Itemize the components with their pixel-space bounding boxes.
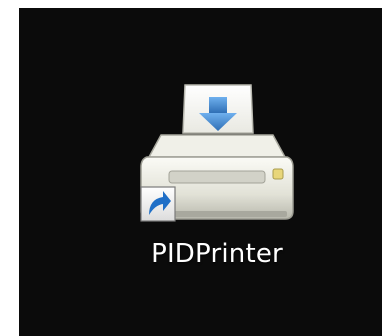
desktop-shortcut-pidprinter[interactable]: PIDPrinter <box>127 73 307 288</box>
shortcut-label[interactable]: PIDPrinter <box>127 239 307 269</box>
desktop: PIDPrinter <box>19 8 382 336</box>
printer-icon <box>140 84 294 222</box>
shortcut-arrow-icon <box>140 186 176 222</box>
